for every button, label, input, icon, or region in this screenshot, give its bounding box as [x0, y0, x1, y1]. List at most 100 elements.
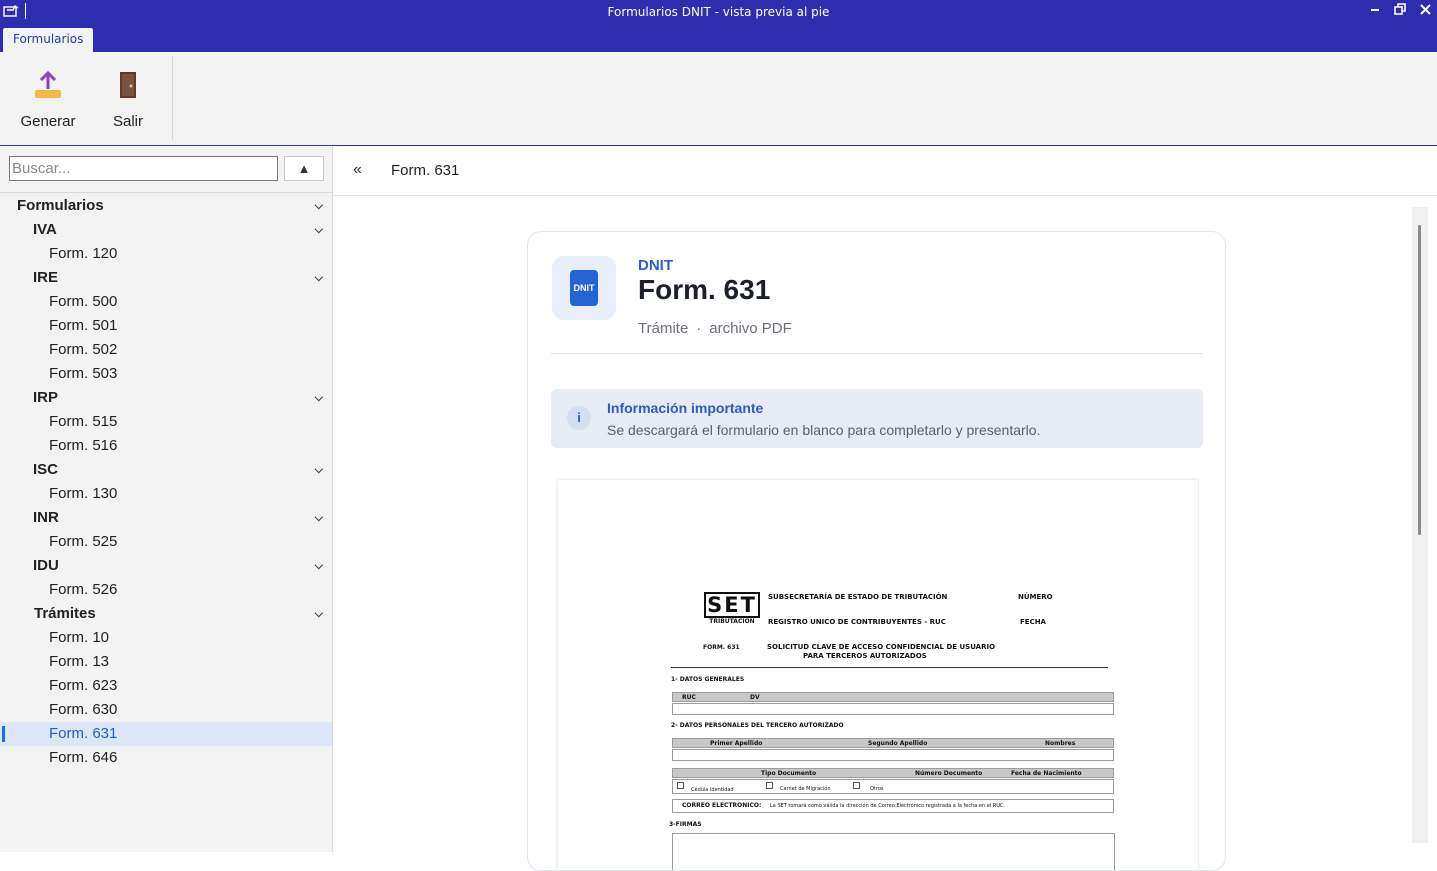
tree-item-form-516[interactable]: Form. 516 [0, 434, 332, 458]
chevron-down-icon[interactable]: ⌵ [315, 194, 323, 218]
tree-item-form-10[interactable]: Form. 10 [0, 626, 332, 650]
doc-fecha: FECHA [1020, 618, 1046, 626]
sidebar: ▲ Formularios ⌵ IVA ⌵ Form. 120 IRE ⌵ Fo… [0, 147, 333, 852]
generate-label: Generar [20, 113, 76, 130]
exit-button[interactable]: Salir [110, 70, 146, 130]
chevron-down-icon[interactable]: ⌵ [315, 506, 323, 530]
tree-item-form-503[interactable]: Form. 503 [0, 362, 332, 386]
tree-group-iva[interactable]: IVA ⌵ [0, 218, 332, 242]
close-button[interactable] [1416, 2, 1434, 20]
doc-opt-otros: Otros [870, 786, 884, 792]
tab-formularios[interactable]: Formularios [3, 28, 94, 52]
set-logo: SET TRIBUTACION [704, 588, 760, 625]
tree-item-form-130[interactable]: Form. 130 [0, 482, 332, 506]
tree-item-form-502[interactable]: Form. 502 [0, 338, 332, 362]
info-title: Información importante [607, 400, 764, 416]
form-tree: Formularios ⌵ IVA ⌵ Form. 120 IRE ⌵ Form… [0, 194, 332, 770]
form-title: Form. 631 [638, 274, 771, 305]
minimize-button[interactable] [1366, 2, 1384, 20]
tree-group-irp[interactable]: IRP ⌵ [0, 386, 332, 410]
chevron-down-icon[interactable]: ⌵ [315, 266, 323, 290]
tree-group-tramites[interactable]: Trámites ⌵ [0, 602, 332, 626]
chevron-down-icon[interactable]: ⌵ [315, 218, 323, 242]
pdf-preview[interactable]: SET TRIBUTACION SUBSECRETARÍA DE ESTADO … [558, 480, 1198, 870]
doc-correo-label: CORREO ELECTRONICO: [682, 802, 762, 809]
chevron-down-icon[interactable]: ⌵ [315, 602, 323, 626]
doc-apellido-1: Primer Apellido [710, 740, 763, 747]
set-logo-text: SET [704, 592, 760, 618]
tree-root-formularios[interactable]: Formularios ⌵ [0, 194, 332, 218]
tree-item-form-630[interactable]: Form. 630 [0, 698, 332, 722]
chevron-down-icon[interactable]: ⌵ [315, 554, 323, 578]
meta-separator: · [696, 320, 702, 337]
info-icon: i [567, 406, 591, 430]
window-title: Formularios DNIT - vista previa al pie [607, 5, 830, 19]
minimize-icon [1371, 9, 1379, 11]
doc-opt-carnet: Carnet de Migración [780, 786, 831, 792]
vertical-scrollbar[interactable] [1412, 207, 1428, 843]
doc-checkbox-carnet [766, 782, 773, 789]
tree-group-label: Trámites [34, 605, 96, 622]
tree-item-form-526[interactable]: Form. 526 [0, 578, 332, 602]
tree-item-form-13[interactable]: Form. 13 [0, 650, 332, 674]
doc-box-ruc [672, 703, 1114, 715]
restore-button[interactable] [1391, 2, 1409, 20]
tree-group-idu[interactable]: IDU ⌵ [0, 554, 332, 578]
doc-checkbox-otros [853, 782, 860, 789]
info-banner: i Información importante Se descargará e… [551, 389, 1203, 448]
doc-heading-1: SUBSECRETARÍA DE ESTADO DE TRIBUTACIÓN [768, 593, 948, 601]
doc-rule [671, 667, 1108, 668]
tree-group-ire[interactable]: IRE ⌵ [0, 266, 332, 290]
doc-ruc: RUC [682, 694, 696, 701]
exit-label: Salir [112, 113, 143, 130]
doc-section-1: 1- DATOS GENERALES [671, 676, 745, 683]
ribbon: Generar Salir [0, 52, 1437, 146]
search-input[interactable] [9, 156, 278, 181]
collapse-button[interactable]: ▲ [284, 156, 324, 181]
tree-item-form-631-selected[interactable]: Form. 631 [0, 722, 332, 746]
breadcrumb: Form. 631 [391, 162, 460, 179]
generate-button[interactable]: Generar [20, 70, 76, 130]
tree-group-isc[interactable]: ISC ⌵ [0, 458, 332, 482]
card-divider [551, 353, 1203, 354]
doc-dv: DV [750, 694, 760, 701]
info-text: Se descargará el formulario en blanco pa… [607, 422, 1041, 438]
dnit-logo: DNIT [552, 256, 616, 320]
doc-form-code: FORM. 631 [703, 644, 740, 651]
doc-box-names [672, 749, 1114, 761]
tree-item-form-515[interactable]: Form. 515 [0, 410, 332, 434]
chevron-down-icon[interactable]: ⌵ [315, 458, 323, 482]
tree-item-form-525[interactable]: Form. 525 [0, 530, 332, 554]
doc-numero: NÚMERO [1018, 593, 1053, 601]
scrollbar-thumb[interactable] [1418, 225, 1421, 535]
tree-group-inr[interactable]: INR ⌵ [0, 506, 332, 530]
doc-section-3: 3-FIRMAS [669, 821, 702, 828]
doc-form-title-2: PARA TERCEROS AUTORIZADOS [803, 652, 927, 660]
doc-nombres: Nombres [1045, 740, 1076, 747]
tree-item-form-500[interactable]: Form. 500 [0, 290, 332, 314]
tree-item-form-120[interactable]: Form. 120 [0, 242, 332, 266]
tree-group-label: IVA [33, 221, 57, 238]
doc-section-2: 2- DATOS PERSONALES DEL TERCERO AUTORIZA… [671, 722, 844, 729]
doc-apellido-2: Segundo Apellido [868, 740, 928, 747]
doc-tipo-doc: Tipo Documento [761, 770, 817, 777]
doc-bar-ruc [672, 692, 1114, 702]
chevron-down-icon[interactable]: ⌵ [315, 386, 323, 410]
main-panel: « Form. 631 DNIT DNIT Form. 631 Trámite ·… [333, 147, 1437, 871]
tree-item-form-646[interactable]: Form. 646 [0, 746, 332, 770]
doc-checkbox-cedula [677, 782, 684, 789]
doc-fecha-nac: Fecha de Nacimiento [1011, 770, 1082, 777]
tree-group-label: IDU [33, 557, 59, 574]
doc-correo-text: La SET tomará como válida la dirección d… [770, 803, 1005, 809]
tree-group-label: IRP [33, 389, 59, 406]
title-bar: Formularios DNIT - vista previa al pie [0, 0, 1437, 24]
tree-root-label: Formularios [17, 197, 104, 214]
tree-group-label: ISC [33, 461, 59, 478]
meta-type: Trámite [638, 320, 689, 337]
back-button[interactable]: « [353, 161, 362, 179]
restore-icon [1394, 3, 1406, 15]
set-logo-sub: TRIBUTACION [709, 618, 755, 625]
tree-item-form-501[interactable]: Form. 501 [0, 314, 332, 338]
upload-icon [35, 70, 61, 98]
tree-item-form-623[interactable]: Form. 623 [0, 674, 332, 698]
